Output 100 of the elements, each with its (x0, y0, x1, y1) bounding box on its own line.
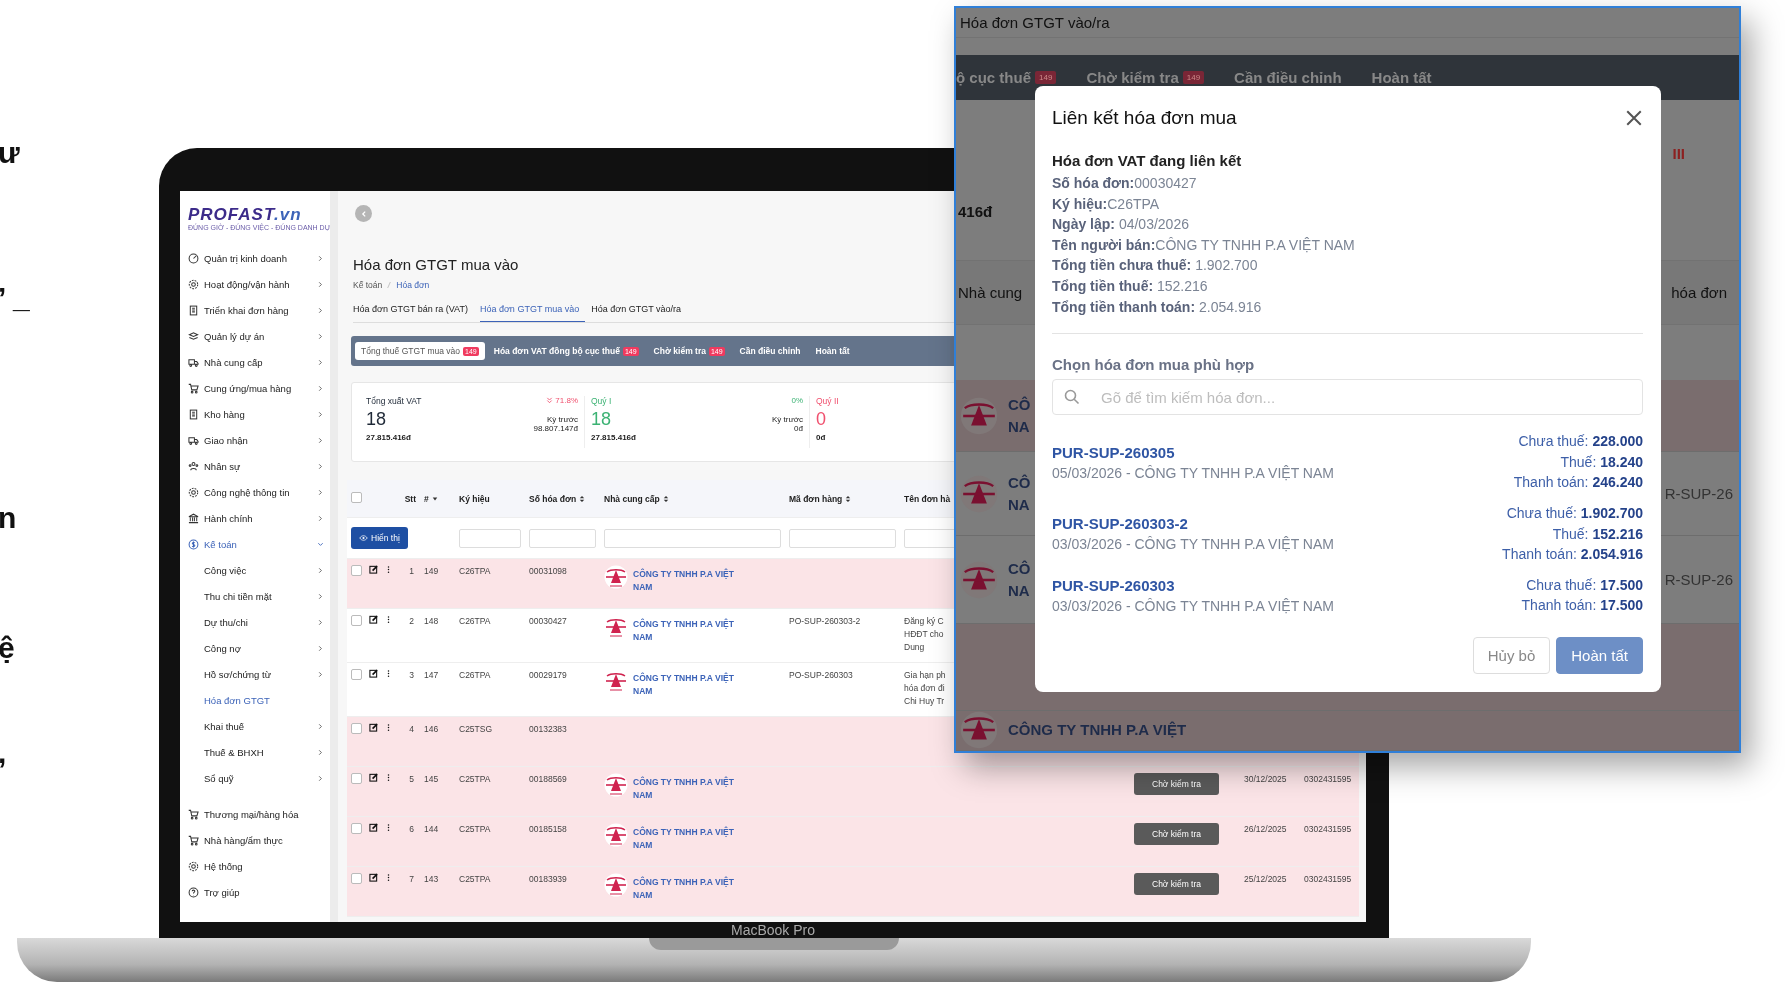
sidebar-item[interactable]: Giao nhận (180, 427, 330, 453)
table-row[interactable]: 6 144 C25TPA 00185158 CÔNG TY TNHH P.A VIỆT NAM Chờ kiểm tra 26/12/2025 0302431595 (347, 817, 1359, 867)
sidebar-subitem[interactable]: Sổ quỹ (180, 765, 330, 791)
table-cell-text: C26TPA (458, 669, 492, 682)
sidebar-item[interactable]: Công nghệ thông tin (180, 479, 330, 505)
sidebar-subitem[interactable]: Hồ sơ/chứng từ (180, 661, 330, 687)
row-checkbox[interactable] (351, 723, 362, 734)
filter-field[interactable] (604, 528, 781, 548)
stat-label: Quý I (591, 396, 613, 406)
sidebar-item[interactable]: Nhà cung cấp (180, 349, 330, 375)
sidebar-item[interactable]: Cung ứng/mua hàng (180, 375, 330, 401)
status-tab[interactable]: ộ cục thuế 149 (956, 69, 1057, 87)
sidebar-item[interactable]: Quản trị kinh doanh (180, 245, 330, 271)
sidebar-subitem[interactable]: Dự thu/chi (180, 609, 330, 635)
search-field[interactable]: Gõ để tìm kiếm hóa đơn... (1052, 379, 1643, 416)
sidebar-subitem[interactable]: Thuế & BHXH (180, 739, 330, 765)
invoice-detail: Ngày lập: 04/03/2026 (1052, 215, 1190, 235)
edit-icon[interactable] (369, 823, 378, 832)
sidebar-item[interactable]: Quản lý dự án (180, 323, 330, 349)
sidebar-item[interactable]: Hoạt động/vận hành (180, 271, 330, 297)
invoice-link[interactable]: PUR-SUP-260305 (1052, 443, 1334, 461)
filter-field[interactable] (789, 528, 896, 548)
column-header[interactable]: # (420, 493, 455, 504)
edit-icon[interactable] (369, 565, 378, 574)
chevron-right-icon (317, 774, 324, 782)
more-options-icon[interactable] (387, 873, 390, 882)
edit-icon[interactable] (369, 669, 378, 678)
row-checkbox[interactable] (351, 873, 362, 884)
more-options-icon[interactable] (387, 615, 390, 624)
select-all-checkbox[interactable] (351, 492, 362, 503)
tab[interactable]: Hóa đơn GTGT bán ra (VAT) (353, 300, 474, 322)
supplier-link[interactable]: CÔNG TY TNHH P.A VIỆT NAM (633, 618, 743, 644)
sidebar-item[interactable]: Nhân sự (180, 453, 330, 479)
sidebar-subitem[interactable]: Thu chi tiền mặt (180, 583, 330, 609)
edit-icon[interactable] (369, 615, 378, 624)
sort-icon[interactable] (579, 494, 586, 503)
sidebar-item[interactable]: Triển khai đơn hàng (180, 297, 330, 323)
table-cell-text: 145 (423, 773, 440, 786)
supplier-link[interactable]: CÔNG TY TNHH P.A VIỆT NAM (633, 672, 743, 698)
sidebar-subitem[interactable]: Hóa đơn GTGT (180, 687, 330, 713)
more-options-icon[interactable] (387, 565, 390, 574)
status-button[interactable]: Chờ kiểm tra (1134, 823, 1220, 845)
column-header[interactable]: Ký hiệu (455, 493, 525, 504)
column-header[interactable]: Số hóa đơn (525, 493, 600, 504)
supplier-link[interactable]: CÔNG TY TNHH P.A VIỆT NAM (633, 776, 743, 802)
sidebar-item[interactable]: Trợ giúp (180, 879, 330, 905)
row-checkbox[interactable] (351, 669, 362, 680)
supplier-link[interactable]: CÔNG TY TNHH P.A VIỆT NAM (633, 568, 743, 594)
filter-field[interactable] (529, 528, 596, 548)
tab[interactable]: Hóa đơn GTGT vào/ra (591, 300, 687, 322)
sidebar-item[interactable]: Kế toán (180, 531, 330, 557)
sidebar-item[interactable]: Thương mại/hàng hóa (180, 801, 330, 827)
table-row[interactable]: 7 143 C25TPA 00183939 CÔNG TY TNHH P.A VIỆT NAM Chờ kiểm tra 25/12/2025 0302431595 (347, 867, 1359, 917)
table-cell: Gia hạn ph hóa đơn đi Chi Huy Tr (904, 670, 946, 706)
status-button[interactable]: Chờ kiểm tra (1134, 773, 1220, 795)
column-header[interactable]: Mã đơn hàng (785, 493, 900, 504)
status-tab[interactable]: Cần điều chỉnh (733, 342, 807, 360)
edit-icon[interactable] (369, 773, 378, 782)
row-checkbox[interactable] (351, 615, 362, 626)
sidebar-subitem[interactable]: Khai thuế (180, 713, 330, 739)
row-checkbox[interactable] (351, 565, 362, 576)
invoice-link[interactable]: PUR-SUP-260303-2 (1052, 515, 1334, 533)
table-cell-text: 7 (408, 873, 415, 886)
status-tab[interactable]: Hoàn tất (809, 342, 856, 360)
column-header[interactable]: Nhà cung cấp (600, 493, 785, 504)
status-tab[interactable]: Chờ kiểm tra 149 (1086, 69, 1205, 87)
table-cell: PO-SUP-260303 (789, 670, 853, 680)
row-checkbox[interactable] (351, 823, 362, 834)
supplier-link[interactable]: CÔNG TY TNHH P.A VIỆT NAM (633, 876, 743, 902)
table-row[interactable]: 5 145 C25TPA 00188569 CÔNG TY TNHH P.A VIỆT NAM Chờ kiểm tra 30/12/2025 0302431595 (347, 767, 1359, 817)
more-options-icon[interactable] (387, 823, 390, 832)
tab[interactable]: Hóa đơn GTGT mua vào (479, 300, 586, 322)
filter-field[interactable] (459, 528, 521, 548)
cancel-button[interactable]: Hủy bỏ (1472, 637, 1551, 674)
sort-icon[interactable] (845, 494, 852, 503)
sidebar-item[interactable]: Kho hàng (180, 401, 330, 427)
invoice-link[interactable]: PUR-SUP-260303 (1052, 576, 1334, 594)
sidebar-subitem[interactable]: Công việc (180, 557, 330, 583)
more-options-icon[interactable] (387, 773, 390, 782)
more-options-icon[interactable] (387, 723, 390, 732)
supplier-link[interactable]: CÔNG TY TNHH P.A VIỆT NAM (633, 826, 743, 852)
sidebar-item[interactable]: Nhà hàng/ẩm thực (180, 827, 330, 853)
invoice-detail: Tổng tiền thuế: 152.216 (1052, 276, 1209, 296)
status-tab[interactable]: Hoàn tất (1371, 69, 1432, 87)
breadcrumb-item[interactable]: Hóa đơn (396, 280, 430, 290)
row-checkbox[interactable] (351, 773, 362, 784)
edit-icon[interactable] (369, 873, 378, 882)
scrollbar-track[interactable] (330, 191, 338, 922)
sort-icon[interactable] (662, 494, 669, 503)
edit-icon[interactable] (369, 723, 378, 732)
sort-down-icon[interactable] (431, 495, 438, 502)
show-button[interactable]: Hiển thị (351, 527, 408, 549)
sidebar-item[interactable]: Hành chính (180, 505, 330, 531)
more-options-icon[interactable] (387, 669, 390, 678)
status-tab[interactable]: Cần điều chỉnh (1234, 69, 1342, 87)
sidebar-subitem[interactable]: Công nợ (180, 635, 330, 661)
sidebar-item[interactable]: Hệ thống (180, 853, 330, 879)
column-header[interactable]: Stt (397, 493, 420, 504)
close-icon[interactable] (1625, 109, 1643, 127)
status-button[interactable]: Chờ kiểm tra (1134, 873, 1220, 895)
